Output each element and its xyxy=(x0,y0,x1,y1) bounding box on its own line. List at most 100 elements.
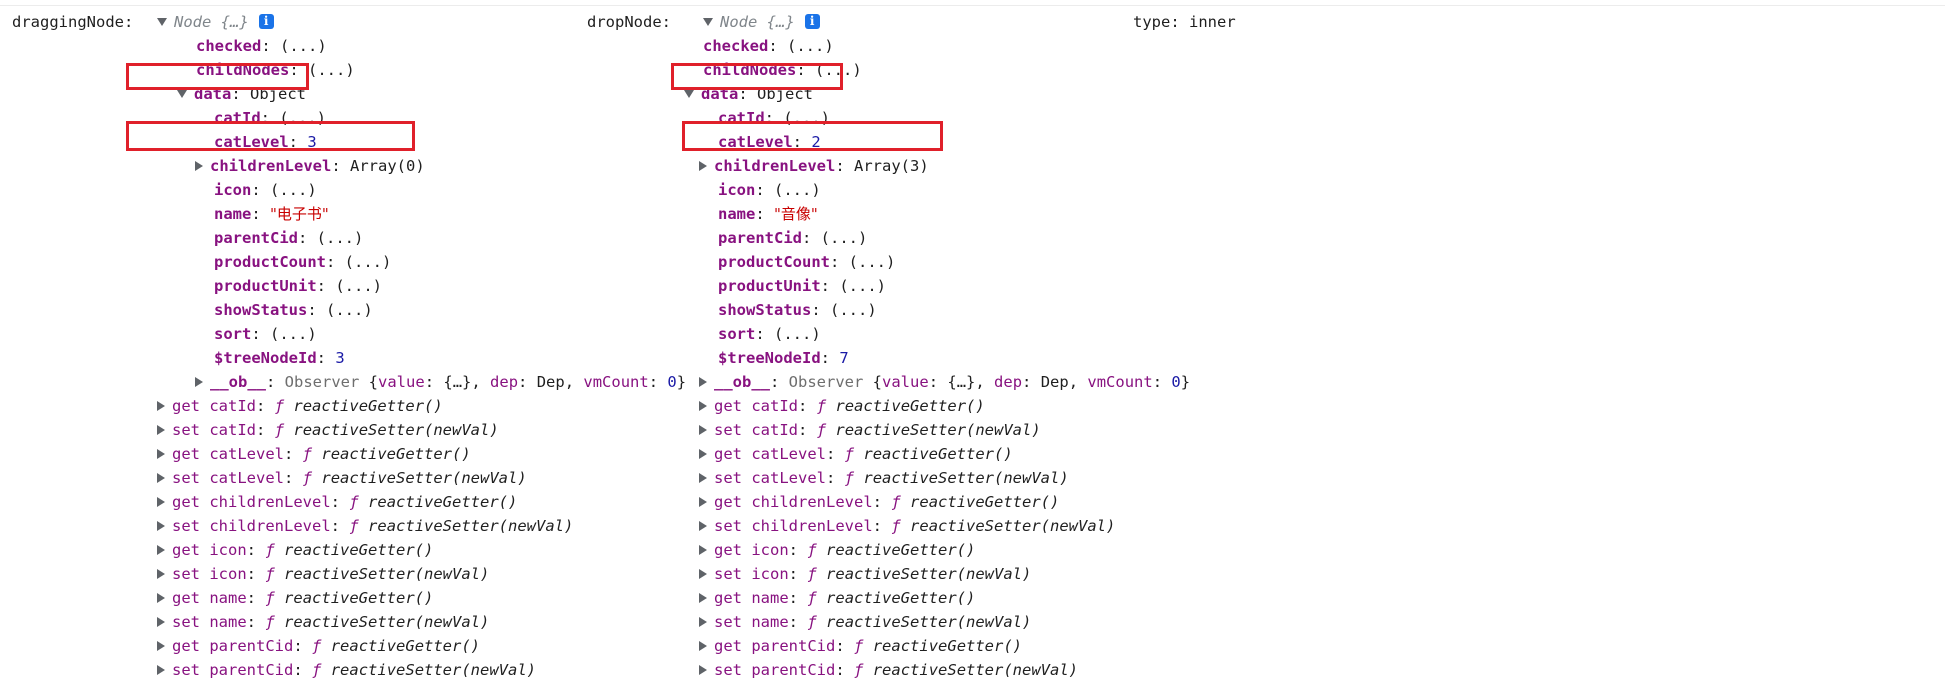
collapse-triangle-icon[interactable] xyxy=(699,544,707,555)
collapse-triangle-icon[interactable] xyxy=(699,640,707,651)
collapse-triangle-icon[interactable] xyxy=(157,472,165,483)
expand-triangle-icon[interactable] xyxy=(177,89,187,98)
prop-productcount[interactable]: productCount: (...) xyxy=(703,250,1190,274)
collapse-triangle-icon[interactable] xyxy=(699,616,707,627)
collapse-triangle-icon[interactable] xyxy=(157,616,165,627)
expand-triangle-icon[interactable] xyxy=(684,89,694,98)
collapse-triangle-icon[interactable] xyxy=(699,448,707,459)
collapse-triangle-icon[interactable] xyxy=(157,400,165,411)
collapse-triangle-icon[interactable] xyxy=(157,544,165,555)
accessor-row[interactable]: get parentCid: ƒ reactiveGetter() xyxy=(157,634,686,658)
accessor-row[interactable]: set childrenLevel: ƒ reactiveSetter(newV… xyxy=(157,514,686,538)
function-glyph-icon: ƒ xyxy=(274,421,285,439)
function-glyph-icon: ƒ xyxy=(891,517,901,535)
prop-checked[interactable]: checked: (...) xyxy=(703,34,1190,58)
collapse-triangle-icon[interactable] xyxy=(699,424,707,435)
accessor-row[interactable]: set catId: ƒ reactiveSetter(newVal) xyxy=(157,418,686,442)
accessor-row[interactable]: get icon: ƒ reactiveGetter() xyxy=(699,538,1190,562)
function-glyph-icon: ƒ xyxy=(265,565,275,583)
collapse-triangle-icon[interactable] xyxy=(699,376,707,387)
prop-sort[interactable]: sort: (...) xyxy=(157,322,686,346)
prop-data[interactable]: data: Object xyxy=(157,82,686,106)
prop-catid[interactable]: catId: (...) xyxy=(157,106,686,130)
prop-checked[interactable]: checked: (...) xyxy=(157,34,686,58)
function-glyph-icon: ƒ xyxy=(265,613,275,631)
accessor-row[interactable]: get catLevel: ƒ reactiveGetter() xyxy=(157,442,686,466)
prop-sort[interactable]: sort: (...) xyxy=(703,322,1190,346)
collapse-triangle-icon[interactable] xyxy=(157,568,165,579)
collapse-triangle-icon[interactable] xyxy=(699,520,707,531)
function-glyph-icon: ƒ xyxy=(265,541,275,559)
accessor-row[interactable]: set parentCid: ƒ reactiveSetter(newVal) xyxy=(157,658,686,682)
info-icon[interactable]: i xyxy=(258,14,274,29)
prop-catid[interactable]: catId: (...) xyxy=(703,106,1190,130)
expand-triangle-icon[interactable] xyxy=(703,17,713,26)
function-glyph-icon: ƒ xyxy=(807,589,817,607)
collapse-triangle-icon[interactable] xyxy=(699,472,707,483)
collapse-triangle-icon[interactable] xyxy=(699,496,707,507)
prop-data[interactable]: data: Object xyxy=(684,82,1190,106)
accessor-row[interactable]: set icon: ƒ reactiveSetter(newVal) xyxy=(157,562,686,586)
collapse-triangle-icon[interactable] xyxy=(699,400,707,411)
prop-parentcid[interactable]: parentCid: (...) xyxy=(703,226,1190,250)
expand-triangle-icon[interactable] xyxy=(157,17,167,26)
prop-childnodes[interactable]: childNodes: (...) xyxy=(703,58,1190,82)
collapse-triangle-icon[interactable] xyxy=(157,424,165,435)
accessor-row[interactable]: set name: ƒ reactiveSetter(newVal) xyxy=(699,610,1190,634)
prop-ob[interactable]: __ob__: Observer {value: {…}, dep: Dep, … xyxy=(157,370,686,394)
accessor-list: get catId: ƒ reactiveGetter() set catId: … xyxy=(699,394,1190,682)
prop-childnodes[interactable]: childNodes: (...) xyxy=(157,58,686,82)
accessor-row[interactable]: get childrenLevel: ƒ reactiveGetter() xyxy=(157,490,686,514)
node-header[interactable]: Node {…} i xyxy=(703,10,1190,34)
collapse-triangle-icon[interactable] xyxy=(699,160,707,171)
collapse-triangle-icon[interactable] xyxy=(157,592,165,603)
prop-ob[interactable]: __ob__: Observer {value: {…}, dep: Dep, … xyxy=(699,370,1190,394)
collapse-triangle-icon[interactable] xyxy=(157,640,165,651)
accessor-row[interactable]: get catLevel: ƒ reactiveGetter() xyxy=(699,442,1190,466)
prop-showstatus[interactable]: showStatus: (...) xyxy=(157,298,686,322)
prop-productcount[interactable]: productCount: (...) xyxy=(157,250,686,274)
dragging-node-tree: Node {…} i checked: (...) childNodes: (..… xyxy=(157,10,686,682)
accessor-row[interactable]: set parentCid: ƒ reactiveSetter(newVal) xyxy=(699,658,1190,682)
accessor-row[interactable]: set icon: ƒ reactiveSetter(newVal) xyxy=(699,562,1190,586)
function-glyph-icon: ƒ xyxy=(312,637,322,655)
accessor-row[interactable]: set catLevel: ƒ reactiveSetter(newVal) xyxy=(699,466,1190,490)
accessor-row[interactable]: get icon: ƒ reactiveGetter() xyxy=(157,538,686,562)
accessor-row[interactable]: get name: ƒ reactiveGetter() xyxy=(699,586,1190,610)
drop-node-tree: Node {…} i checked: (...) childNodes: (..… xyxy=(684,10,1190,682)
dragging-node-label: draggingNode: xyxy=(12,13,134,31)
prop-icon[interactable]: icon: (...) xyxy=(157,178,686,202)
accessor-row[interactable]: set childrenLevel: ƒ reactiveSetter(newV… xyxy=(699,514,1190,538)
collapse-triangle-icon[interactable] xyxy=(699,592,707,603)
drop-node-label: dropNode: xyxy=(587,13,671,31)
collapse-triangle-icon[interactable] xyxy=(195,160,203,171)
accessor-row[interactable]: set catLevel: ƒ reactiveSetter(newVal) xyxy=(157,466,686,490)
collapse-triangle-icon[interactable] xyxy=(157,448,165,459)
accessor-row[interactable]: get catId: ƒ reactiveGetter() xyxy=(157,394,686,418)
info-icon[interactable]: i xyxy=(804,14,820,29)
prop-treenodeid: $treeNodeId: 7 xyxy=(718,349,849,367)
prop-icon[interactable]: icon: (...) xyxy=(703,178,1190,202)
accessor-row[interactable]: get childrenLevel: ƒ reactiveGetter() xyxy=(699,490,1190,514)
collapse-triangle-icon[interactable] xyxy=(699,664,707,675)
accessor-row[interactable]: set catId: ƒ reactiveSetter(newVal) xyxy=(699,418,1190,442)
collapse-triangle-icon[interactable] xyxy=(157,520,165,531)
prop-showstatus[interactable]: showStatus: (...) xyxy=(703,298,1190,322)
function-glyph-icon: ƒ xyxy=(854,661,864,679)
function-glyph-icon: ƒ xyxy=(349,517,359,535)
function-glyph-icon: ƒ xyxy=(312,661,322,679)
prop-productunit[interactable]: productUnit: (...) xyxy=(157,274,686,298)
accessor-row[interactable]: set name: ƒ reactiveSetter(newVal) xyxy=(157,610,686,634)
prop-childrenlevel[interactable]: childrenLevel: Array(3) xyxy=(699,154,1190,178)
collapse-triangle-icon[interactable] xyxy=(195,376,203,387)
accessor-row[interactable]: get name: ƒ reactiveGetter() xyxy=(157,586,686,610)
collapse-triangle-icon[interactable] xyxy=(699,568,707,579)
collapse-triangle-icon[interactable] xyxy=(157,664,165,675)
prop-productunit[interactable]: productUnit: (...) xyxy=(703,274,1190,298)
accessor-row[interactable]: get catId: ƒ reactiveGetter() xyxy=(699,394,1190,418)
function-glyph-icon: ƒ xyxy=(302,445,313,463)
prop-parentcid[interactable]: parentCid: (...) xyxy=(157,226,686,250)
collapse-triangle-icon[interactable] xyxy=(157,496,165,507)
prop-childrenlevel[interactable]: childrenLevel: Array(0) xyxy=(157,154,686,178)
accessor-row[interactable]: get parentCid: ƒ reactiveGetter() xyxy=(699,634,1190,658)
